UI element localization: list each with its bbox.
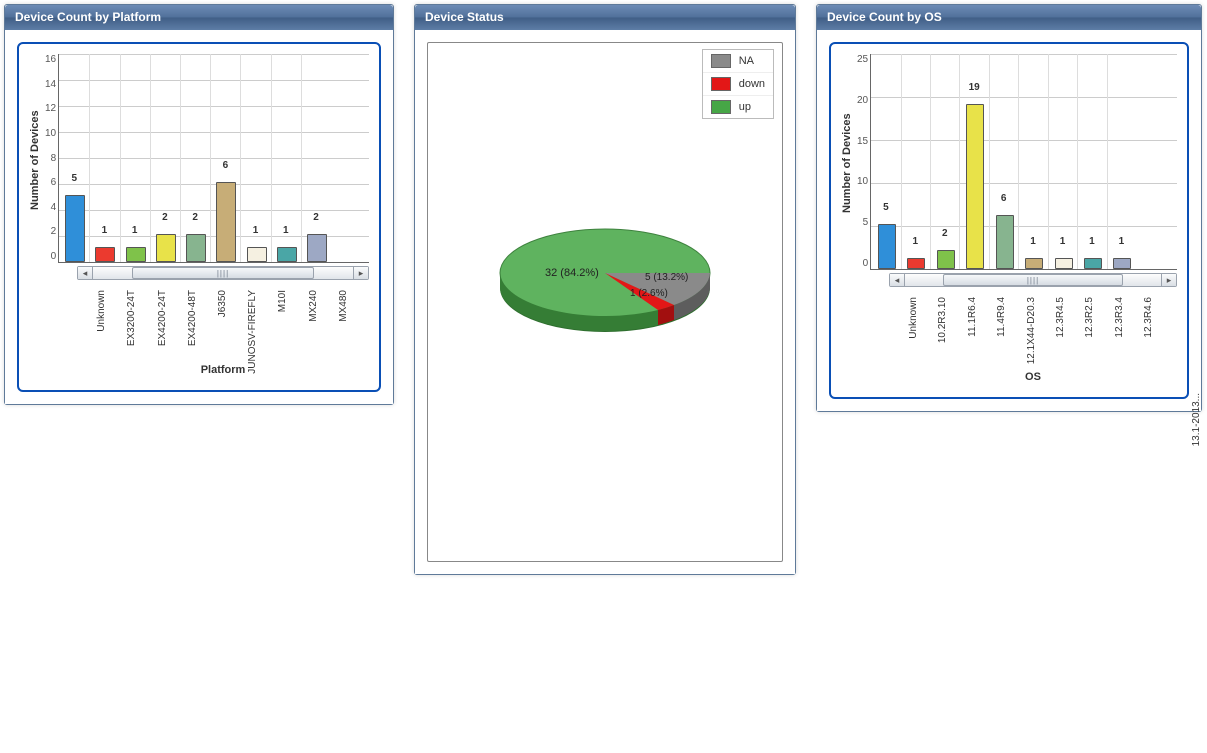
category-12.1X44-D20.3: 12.1X44-D20.3 <box>1026 297 1037 364</box>
bar-value-JUNOSV-FIREFLY: 6 <box>223 160 229 171</box>
category-12.3R3.4: 12.3R3.4 <box>1114 297 1125 338</box>
bar-value-EX4200-48T: 2 <box>162 212 168 223</box>
category-J6350: J6350 <box>217 290 228 317</box>
bar-value-12.3R2.5: 1 <box>1060 236 1066 247</box>
legend-label-na: NA <box>739 55 754 67</box>
bar-value-10.2R3.10: 1 <box>913 236 919 247</box>
y-axis-label: Number of Devices <box>29 56 41 264</box>
legend-item-na[interactable]: NA <box>703 50 773 73</box>
category-EX4200-24T: EX4200-24T <box>157 290 168 346</box>
bar-12.3R4.6[interactable] <box>1113 258 1131 269</box>
category-JUNOSV-FIREFLY: JUNOSV-FIREFLY <box>247 290 258 374</box>
bar-value-MX240: 1 <box>283 225 289 236</box>
bar-value-J6350: 2 <box>192 212 198 223</box>
bar-value-11.1R6.4: 2 <box>942 228 948 239</box>
bar-MX480[interactable] <box>307 234 327 262</box>
panel-status: Device Status NA down up <box>414 4 796 575</box>
scroll-right-button[interactable]: ▸ <box>1161 274 1176 286</box>
panel-platform-title: Device Count by Platform <box>5 5 393 30</box>
bar-JUNOSV-FIREFLY[interactable] <box>216 182 236 262</box>
bar-MX240[interactable] <box>277 247 297 262</box>
y-axis-label: Number of Devices <box>841 56 853 271</box>
category-scrollbar[interactable]: ◂ |||| ▸ <box>77 266 369 280</box>
chart-platform: Number of Devices 1614121086420 5 1 1 2 2 6 1 1… <box>17 42 381 392</box>
bar-value-12.1X44-D20.3: 6 <box>1001 193 1007 204</box>
panel-os: Device Count by OS Number of Devices 252… <box>816 4 1202 412</box>
bar-J6350[interactable] <box>186 234 206 262</box>
category-M10I: M10I <box>277 290 288 312</box>
legend-label-up: up <box>739 101 751 113</box>
bar-11.4R9.4[interactable] <box>966 104 984 269</box>
category-MX480: MX480 <box>338 290 349 322</box>
scroll-left-button[interactable]: ◂ <box>890 274 905 286</box>
chart-status: NA down up <box>427 42 783 562</box>
category-MX240: MX240 <box>308 290 319 322</box>
x-axis-label: OS <box>889 371 1177 383</box>
category-11.4R9.4: 11.4R9.4 <box>996 297 1007 337</box>
bar-value-Unknown: 5 <box>883 202 889 213</box>
bar-EX3200-24T[interactable] <box>95 247 115 262</box>
category-Unknown: Unknown <box>908 297 919 339</box>
chart-os: Number of Devices 2520151050 5121961111 … <box>829 42 1189 399</box>
y-axis-ticks: 2520151050 <box>857 54 868 269</box>
bar-M10I[interactable] <box>247 247 267 262</box>
scroll-left-button[interactable]: ◂ <box>78 267 93 279</box>
category-EX3200-24T: EX3200-24T <box>126 290 137 346</box>
category-12.3R2.5: 12.3R2.5 <box>1084 297 1095 338</box>
bar-value-MX480: 2 <box>313 212 319 223</box>
bar-12.1X44-D20.3[interactable] <box>996 215 1014 269</box>
bar-EX4200-48T[interactable] <box>156 234 176 262</box>
bar-12.3R4.5[interactable] <box>1025 258 1043 269</box>
category-Unknown: Unknown <box>96 290 107 332</box>
bar-value-12.3R4.6: 1 <box>1119 236 1125 247</box>
bar-value-Unknown: 5 <box>71 173 77 184</box>
pie-legend: NA down up <box>702 49 774 119</box>
legend-item-down[interactable]: down <box>703 73 773 96</box>
legend-item-up[interactable]: up <box>703 96 773 118</box>
category-EX4200-48T: EX4200-48T <box>187 290 198 346</box>
scroll-right-button[interactable]: ▸ <box>353 267 368 279</box>
pie-chart[interactable]: 32 (84.2%) 5 (13.2%) 1 (2.6%) <box>475 188 735 358</box>
bar-value-EX4200-24T: 1 <box>132 225 138 236</box>
plot-area: 5 1 1 2 2 6 1 1 2 <box>58 54 369 263</box>
y-axis-ticks: 1614121086420 <box>45 54 56 262</box>
pie-label-up: 32 (84.2%) <box>545 267 599 279</box>
pie-label-down: 1 (2.6%) <box>630 288 668 299</box>
plot-area: 5121961111 <box>870 54 1177 270</box>
bar-10.2R3.10[interactable] <box>907 258 925 269</box>
pie-label-na: 5 (13.2%) <box>645 272 688 283</box>
panel-platform: Device Count by Platform Number of Devic… <box>4 4 394 405</box>
bar-value-M10I: 1 <box>253 225 259 236</box>
bar-value-EX3200-24T: 1 <box>102 225 108 236</box>
x-axis-label: Platform <box>77 364 369 376</box>
panel-os-title: Device Count by OS <box>817 5 1201 30</box>
legend-label-down: down <box>739 78 765 90</box>
category-10.2R3.10: 10.2R3.10 <box>937 297 948 343</box>
panel-status-title: Device Status <box>415 5 795 30</box>
category-12.3R4.6: 12.3R4.6 <box>1143 297 1154 338</box>
bar-12.3R2.5[interactable] <box>1055 258 1073 269</box>
bar-value-12.3R3.4: 1 <box>1089 236 1095 247</box>
category-scrollbar[interactable]: ◂ |||| ▸ <box>889 273 1177 287</box>
bar-Unknown[interactable] <box>65 195 85 262</box>
category-11.1R6.4: 11.1R6.4 <box>967 297 978 337</box>
bar-EX4200-24T[interactable] <box>126 247 146 262</box>
bar-12.3R3.4[interactable] <box>1084 258 1102 269</box>
bar-value-12.3R4.5: 1 <box>1030 236 1036 247</box>
bar-11.1R6.4[interactable] <box>937 250 955 269</box>
bar-Unknown[interactable] <box>878 224 896 269</box>
category-12.3R4.5: 12.3R4.5 <box>1055 297 1066 338</box>
bar-value-11.4R9.4: 19 <box>969 82 980 93</box>
